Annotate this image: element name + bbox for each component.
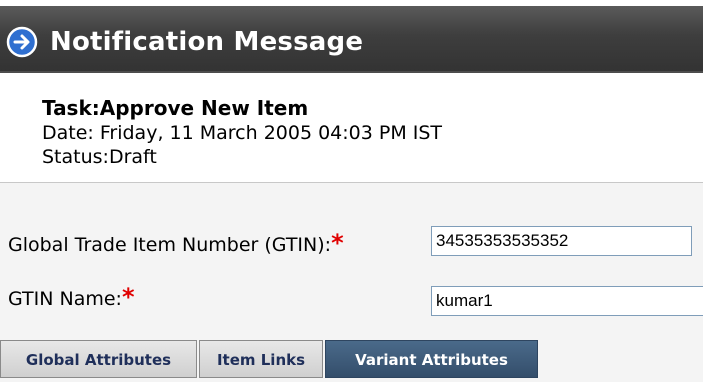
task-info: Task:Approve New Item Date: Friday, 11 M… xyxy=(42,95,442,169)
gtin-name-input[interactable]: kumar1 xyxy=(431,286,703,316)
tab-variant-attributes[interactable]: Variant Attributes xyxy=(325,340,538,378)
gtin-name-label: GTIN Name:* xyxy=(8,285,135,311)
page-title: Notification Message xyxy=(50,27,364,57)
gtin-label: Global Trade Item Number (GTIN):* xyxy=(8,231,344,257)
task-status: Status:Draft xyxy=(42,146,157,168)
gtin-name-label-text: GTIN Name: xyxy=(8,288,122,310)
required-marker: * xyxy=(331,229,344,257)
tab-global-attributes[interactable]: Global Attributes xyxy=(0,340,197,378)
gtin-input[interactable]: 34535353535352 xyxy=(431,226,692,256)
task-title: Task:Approve New Item xyxy=(42,96,309,120)
required-marker: * xyxy=(121,283,135,311)
circle-arrow-right-icon xyxy=(6,26,38,58)
gtin-label-text: Global Trade Item Number (GTIN): xyxy=(8,234,332,256)
notification-header: Notification Message xyxy=(0,6,703,73)
tab-item-links[interactable]: Item Links xyxy=(199,340,323,378)
task-date: Date: Friday, 11 March 2005 04:03 PM IST xyxy=(42,122,443,144)
